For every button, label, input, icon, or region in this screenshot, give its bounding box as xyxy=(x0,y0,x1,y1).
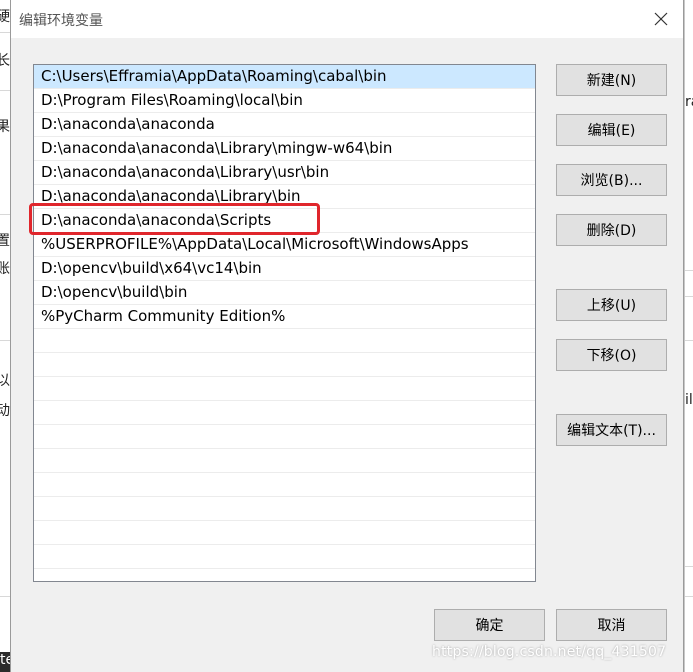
empty-list-row[interactable] xyxy=(34,473,535,497)
list-item[interactable]: D:\Program Files\Roaming\local\bin xyxy=(34,89,535,113)
move-down-button[interactable]: 下移(O) xyxy=(556,339,667,371)
browse-button[interactable]: 浏览(B)... xyxy=(556,164,667,196)
list-item[interactable]: %USERPROFILE%\AppData\Local\Microsoft\Wi… xyxy=(34,233,535,257)
background-window-right: ra ile xyxy=(684,0,693,672)
empty-list-row[interactable] xyxy=(34,569,535,581)
background-text: 账 xyxy=(0,258,10,278)
environment-variable-list[interactable]: C:\Users\Efframia\AppData\Roaming\cabal\… xyxy=(33,64,536,582)
background-divider xyxy=(0,32,10,33)
cancel-button[interactable]: 取消 xyxy=(556,609,667,641)
ok-button[interactable]: 确定 xyxy=(434,609,545,641)
empty-list-row[interactable] xyxy=(34,425,535,449)
background-divider xyxy=(0,596,10,597)
title-bar: 编辑环境变量 xyxy=(11,0,683,38)
list-item[interactable]: D:\anaconda\anaconda xyxy=(34,113,535,137)
background-divider xyxy=(685,566,693,567)
move-up-button[interactable]: 上移(U) xyxy=(556,289,667,321)
list-item[interactable]: D:\anaconda\anaconda\Library\bin xyxy=(34,185,535,209)
background-divider xyxy=(685,296,693,297)
empty-list-row[interactable] xyxy=(34,377,535,401)
background-text: 动 xyxy=(0,400,10,420)
empty-list-row[interactable] xyxy=(34,497,535,521)
background-divider xyxy=(0,214,10,215)
background-text: 以 xyxy=(0,370,10,390)
dialog-title: 编辑环境变量 xyxy=(19,13,103,29)
list-item[interactable]: D:\anaconda\anaconda\Library\usr\bin xyxy=(34,161,535,185)
empty-list-row[interactable] xyxy=(34,545,535,569)
empty-list-row[interactable] xyxy=(34,353,535,377)
background-divider xyxy=(685,270,693,271)
list-item[interactable]: %PyCharm Community Edition% xyxy=(34,305,535,329)
background-text: 果 xyxy=(0,116,10,136)
empty-list-row[interactable] xyxy=(34,521,535,545)
list-item[interactable]: C:\Users\Efframia\AppData\Roaming\cabal\… xyxy=(34,65,535,89)
edit-environment-variable-dialog: 编辑环境变量 C:\Users\Efframia\AppData\Roaming… xyxy=(10,0,684,672)
empty-list-row[interactable] xyxy=(34,401,535,425)
background-text: ra xyxy=(685,94,693,110)
background-text: term xyxy=(0,652,10,668)
edit-text-button[interactable]: 编辑文本(T)... xyxy=(556,414,667,446)
empty-list-row[interactable] xyxy=(34,449,535,473)
delete-button[interactable]: 删除(D) xyxy=(556,214,667,246)
list-item[interactable]: D:\opencv\build\x64\vc14\bin xyxy=(34,257,535,281)
background-text: ile xyxy=(685,392,693,408)
empty-list-row[interactable] xyxy=(34,329,535,353)
background-text: 硬 xyxy=(0,6,10,26)
background-divider xyxy=(685,596,693,597)
background-divider xyxy=(0,90,10,91)
background-divider xyxy=(685,340,693,341)
list-item[interactable]: D:\anaconda\anaconda\Library\mingw-w64\b… xyxy=(34,137,535,161)
background-text: 置 xyxy=(0,230,10,250)
close-icon xyxy=(654,12,668,26)
close-button[interactable] xyxy=(643,4,679,34)
new-button[interactable]: 新建(N) xyxy=(556,64,667,96)
list-item[interactable]: D:\anaconda\anaconda\Scripts xyxy=(34,209,535,233)
edit-button[interactable]: 编辑(E) xyxy=(556,114,667,146)
background-divider xyxy=(0,340,10,341)
list-item[interactable]: D:\opencv\build\bin xyxy=(34,281,535,305)
